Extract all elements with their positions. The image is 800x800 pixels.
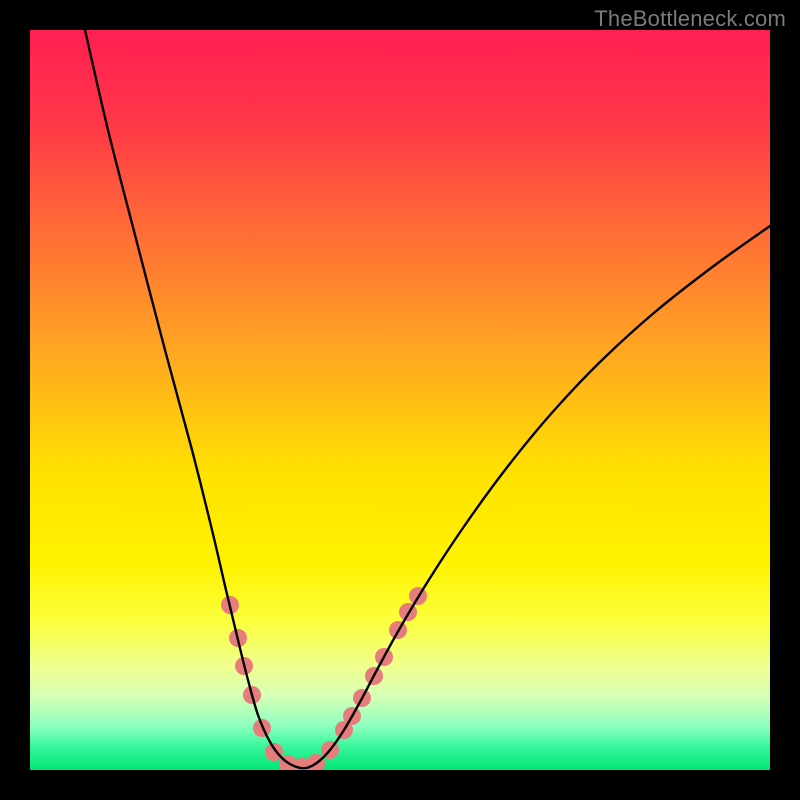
- bottleneck-curve: [85, 30, 770, 768]
- plot-area: [30, 30, 770, 770]
- watermark-text: TheBottleneck.com: [594, 6, 786, 32]
- curve-marker: [265, 743, 283, 761]
- chart-svg: [30, 30, 770, 770]
- marker-layer: [221, 587, 427, 770]
- outer-frame: TheBottleneck.com: [0, 0, 800, 800]
